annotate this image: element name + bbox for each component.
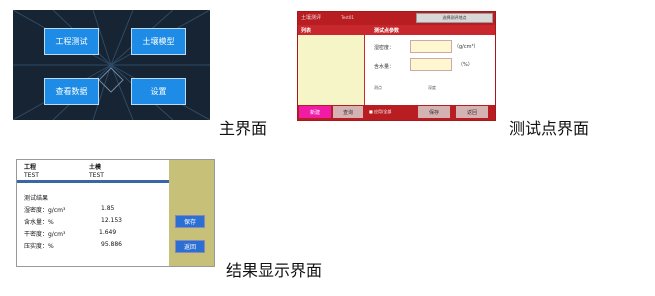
- soil-model-button[interactable]: 土壤模型: [131, 28, 186, 55]
- moisture-unit: （%）: [458, 62, 473, 68]
- header-divider: [17, 180, 169, 183]
- main-screen-caption: 主界面: [219, 119, 268, 138]
- new-button[interactable]: 新建: [299, 106, 331, 118]
- result-row-value: 1.85: [101, 205, 115, 212]
- soil-value: TEST: [89, 172, 104, 179]
- main-screen: 工程测试 土壤模型 查看数据 设置: [13, 10, 210, 120]
- screen-mode: Test01: [341, 15, 354, 20]
- param-header: 测试点参数: [374, 28, 400, 34]
- project-header: 工程: [24, 164, 37, 171]
- result-section-title: 测试结果: [24, 195, 49, 202]
- list-header: 列表: [301, 28, 312, 34]
- point-list-panel[interactable]: [298, 35, 364, 105]
- query-button[interactable]: 查询: [333, 106, 363, 118]
- project-test-button[interactable]: 工程测试: [44, 28, 99, 55]
- result-back-button[interactable]: 返回: [175, 240, 205, 253]
- project-value: TEST: [24, 172, 39, 179]
- result-save-button[interactable]: 保存: [175, 215, 205, 228]
- result-row-label: 含水量：%: [24, 219, 54, 226]
- apply-all-checkbox[interactable]: ■ 应用/全部: [369, 109, 391, 115]
- result-screen-caption: 结果显示界面: [226, 261, 323, 280]
- point-test-screen: 土壤测评 Test01 选择测评地点 列表 测试点参数 湿密度： （g/cm³）…: [297, 11, 496, 121]
- depth-label: 深度: [428, 85, 436, 90]
- select-location-button[interactable]: 选择测评地点: [416, 13, 493, 23]
- result-row-value: 1.649: [99, 229, 117, 236]
- back-button[interactable]: 返回: [456, 106, 488, 118]
- result-row-label: 湿密度：g/cm³: [24, 207, 66, 214]
- result-row-label: 干密度：g/cm³: [24, 231, 66, 238]
- density-unit: （g/cm³）: [454, 44, 479, 50]
- moisture-input[interactable]: [410, 58, 452, 71]
- screen-title: 土壤测评: [301, 15, 322, 21]
- result-row-value: 12.153: [101, 217, 122, 224]
- soil-header: 土模: [89, 164, 102, 171]
- density-label: 湿密度：: [374, 45, 395, 51]
- moisture-label: 含水量：: [374, 64, 395, 70]
- point-screen-caption: 测试点界面: [509, 119, 590, 138]
- save-button[interactable]: 保存: [418, 106, 450, 118]
- density-input[interactable]: [410, 40, 452, 53]
- view-data-button[interactable]: 查看数据: [44, 78, 99, 105]
- settings-button[interactable]: 设置: [131, 78, 186, 105]
- result-screen: 工程 土模 TEST TEST 测试结果 湿密度：g/cm³ 1.85 含水量：…: [16, 159, 215, 267]
- point-label: 测点: [374, 85, 382, 90]
- result-row-label: 压实度：%: [24, 243, 54, 250]
- result-row-value: 95.886: [101, 241, 122, 248]
